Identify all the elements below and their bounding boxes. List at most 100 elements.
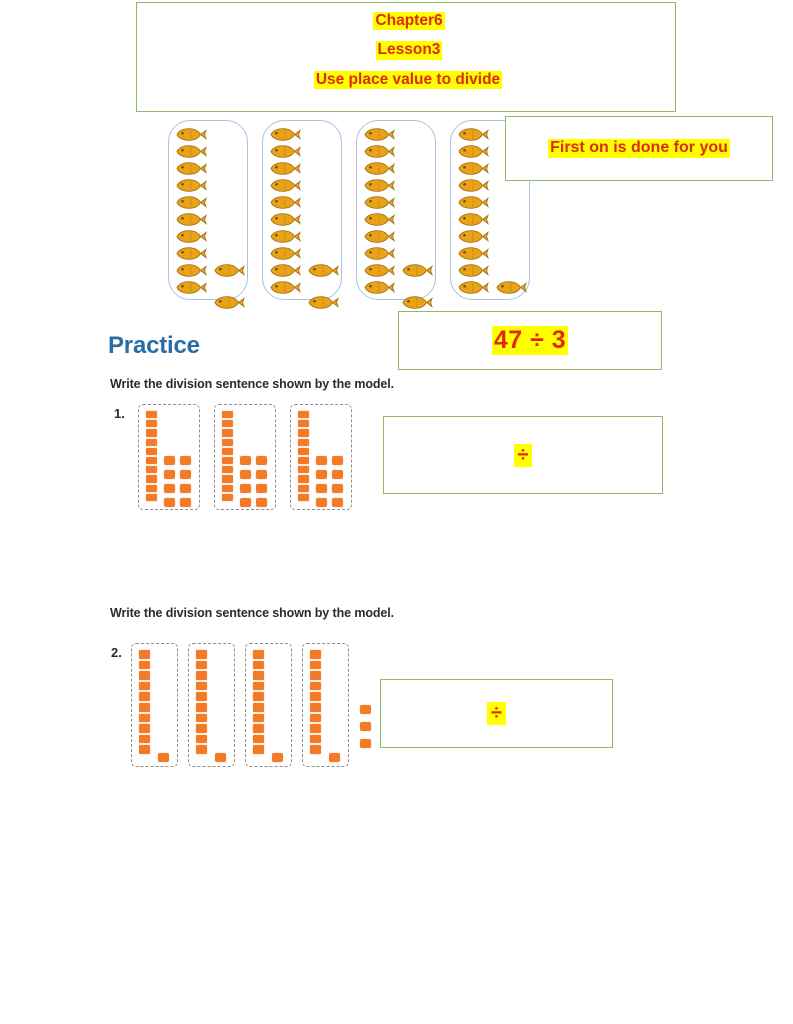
fish-model (168, 120, 530, 309)
block-group (188, 643, 235, 767)
rod-segment (309, 680, 322, 692)
unit-cube (255, 483, 268, 494)
unit-cube (255, 455, 268, 466)
fish-icon (269, 280, 301, 295)
rod-segment (309, 733, 322, 745)
block-group (138, 404, 200, 510)
rod-segment (297, 492, 310, 502)
fish-icon (213, 295, 245, 310)
fish-icon (175, 195, 207, 210)
ten-rod (297, 410, 310, 502)
rod-segment (297, 419, 310, 429)
fish-icon (175, 178, 207, 193)
rod-segment (195, 649, 208, 660)
fish-icon (175, 280, 207, 295)
fish-icon (307, 295, 339, 310)
unit-cube (179, 497, 192, 508)
rod-segment (138, 649, 151, 660)
unit-cubes (163, 455, 194, 510)
loose-unit-cubes (359, 704, 372, 749)
rod-segment (138, 723, 151, 734)
fish-icon (457, 212, 489, 227)
rod-segment (145, 465, 158, 475)
fish-icon (363, 195, 395, 210)
rod-segment (195, 680, 208, 692)
rod-segment (221, 446, 234, 456)
fish-icon (363, 246, 395, 261)
rod-segment (252, 649, 265, 660)
rod-segment (309, 744, 322, 755)
fish-group (262, 120, 342, 309)
fish-icon (363, 161, 395, 176)
unit-cube (239, 469, 252, 480)
problem-2-instruction: Write the division sentence shown by the… (110, 606, 395, 620)
ten-rod (221, 410, 234, 502)
rod-segment (252, 712, 265, 724)
rod-segment (297, 428, 310, 438)
fish-icon (175, 246, 207, 261)
rod-segment (138, 670, 151, 681)
rod-segment (195, 712, 208, 724)
fish-icon (269, 195, 301, 210)
division-sign: ÷ (513, 443, 533, 467)
unit-cube (271, 752, 284, 763)
fish-icon (363, 212, 395, 227)
unit-cube (214, 752, 227, 763)
rod-segment (195, 733, 208, 745)
rod-segment (195, 723, 208, 734)
fish-icon (363, 263, 395, 278)
fish-icon (457, 144, 489, 159)
rod-segment (138, 701, 151, 713)
unit-cube (163, 455, 176, 466)
block-group (214, 404, 276, 510)
rod-segment (145, 492, 158, 502)
fish-icon (175, 263, 207, 278)
unit-cubes (315, 455, 346, 510)
rod-segment (297, 483, 310, 493)
unit-cube (255, 469, 268, 480)
fish-icon (269, 144, 301, 159)
fish-icon (175, 127, 207, 142)
division-sign: ÷ (487, 702, 506, 725)
problem-2-answer-box[interactable]: ÷ (380, 679, 613, 748)
unit-cube (179, 455, 192, 466)
fish-icon (495, 280, 527, 295)
rod-segment (221, 410, 234, 420)
fish-icon (363, 144, 395, 159)
rod-segment (145, 446, 158, 456)
unit-cube (359, 738, 372, 749)
header-annotation-box: Chapter6 Lesson3 Use place value to divi… (136, 2, 676, 112)
rod-segment (221, 428, 234, 438)
fish-icon (363, 229, 395, 244)
fish-column (269, 127, 301, 297)
note-annotation-box: First on is done for you (505, 116, 773, 181)
rod-segment (309, 691, 322, 702)
unit-cube (179, 469, 192, 480)
fish-icon (457, 263, 489, 278)
unit-cube (359, 704, 372, 715)
unit-cube (163, 483, 176, 494)
note-text: First on is done for you (548, 139, 730, 158)
ten-rod (309, 649, 322, 755)
problem-1-answer-box[interactable]: ÷ (383, 416, 663, 494)
fish-icon (269, 229, 301, 244)
fish-icon (175, 212, 207, 227)
unit-cube (315, 483, 328, 494)
fish-icon (457, 127, 489, 142)
fish-icon (269, 212, 301, 227)
unit-cube (315, 455, 328, 466)
fish-group (356, 120, 436, 309)
rod-segment (221, 465, 234, 475)
rod-segment (145, 437, 158, 447)
rod-segment (309, 659, 322, 671)
fish-column (457, 127, 489, 297)
rod-segment (195, 670, 208, 681)
rod-segment (145, 455, 158, 466)
fish-icon (363, 127, 395, 142)
rod-segment (297, 437, 310, 447)
rod-segment (221, 437, 234, 447)
fish-icon (175, 161, 207, 176)
chapter-label: Chapter6 (373, 12, 445, 31)
unit-cube (255, 497, 268, 508)
unit-cube (315, 497, 328, 508)
